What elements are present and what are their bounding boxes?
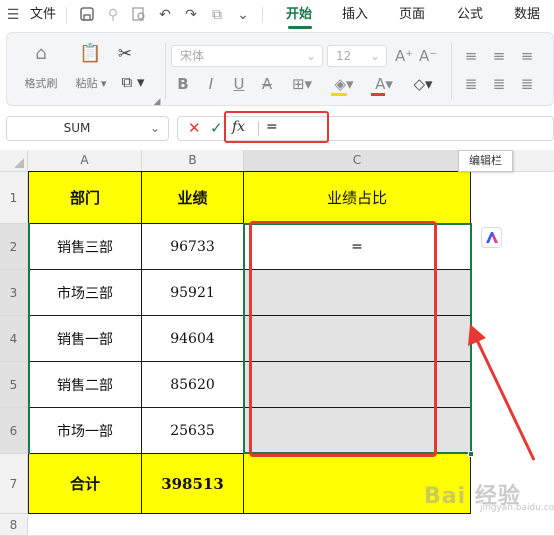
menu-bar: ☰ 文件 ⚲ ↶ ↷ ⧉ ⌄ 开始 插入 页面 公式 数据 — [0, 0, 554, 30]
hamburger-menu-icon[interactable]: ☰ — [4, 6, 22, 24]
ai-assistant-icon — [486, 232, 498, 243]
dialog-launcher-icon[interactable]: ◢ — [152, 93, 162, 111]
decrease-font-icon[interactable]: A⁻ — [419, 47, 437, 65]
confirm-icon[interactable]: ✓ — [210, 119, 223, 137]
print-preview-icon[interactable] — [130, 6, 148, 24]
cut-icon[interactable]: ✂ — [115, 45, 135, 63]
ribbon-divider — [165, 43, 166, 99]
total-value-cell[interactable]: 398513 — [142, 454, 244, 514]
fill-color-swatch — [331, 93, 347, 96]
tab-home[interactable]: 开始 — [286, 6, 312, 24]
active-tab-indicator — [288, 26, 312, 29]
row-header-2[interactable]: 2 — [0, 224, 28, 270]
menu-divider — [66, 7, 67, 23]
header-cell-performance[interactable]: 业绩 — [142, 172, 244, 224]
format-icon[interactable]: ⧉ — [208, 6, 226, 24]
row-header-1[interactable]: 1 — [0, 172, 28, 224]
align-middle-icon[interactable]: ≡ — [491, 47, 507, 65]
undo-icon[interactable]: ↶ — [156, 6, 174, 24]
tab-data[interactable]: 数据 — [514, 6, 540, 24]
row-header-5[interactable]: 5 — [0, 362, 28, 408]
column-header-b[interactable]: B — [142, 150, 244, 172]
range-highlight-left — [28, 223, 243, 454]
increase-font-icon[interactable]: A⁺ — [395, 47, 413, 65]
file-menu[interactable]: 文件 — [30, 6, 56, 24]
ai-assistant-button[interactable] — [481, 227, 502, 248]
italic-icon[interactable]: I — [203, 75, 219, 93]
share-icon[interactable]: ⚲ — [104, 6, 122, 24]
name-box[interactable]: SUM ⌄ — [6, 116, 169, 141]
total-label-cell[interactable]: 合计 — [29, 454, 142, 514]
bold-icon[interactable]: B — [175, 75, 191, 93]
underline-icon[interactable]: U — [231, 75, 247, 93]
watermark-sub: jingyan.baidu.com — [480, 503, 554, 513]
row-header-7[interactable]: 7 — [0, 454, 28, 514]
annotation-arrow — [468, 324, 536, 461]
format-painter-button[interactable]: 格式刷 — [21, 75, 61, 91]
header-cell-performance-ratio[interactable]: 业绩占比 — [244, 172, 471, 224]
font-name-select[interactable]: 宋体 ⌄ — [171, 45, 323, 67]
ribbon-divider — [451, 43, 452, 99]
font-color-icon[interactable]: A▾ — [369, 75, 399, 93]
name-box-value: SUM — [63, 121, 91, 135]
formula-bar-tooltip: 编辑栏 — [458, 150, 513, 172]
column-header-a[interactable]: A — [28, 150, 142, 172]
chevron-down-icon: ⌄ — [305, 49, 316, 63]
column-header-c[interactable]: C — [244, 150, 471, 172]
menu-divider — [262, 7, 263, 23]
chevron-down-icon[interactable]: ⌄ — [234, 6, 252, 24]
align-top-icon[interactable]: ≡ — [463, 47, 479, 65]
select-all-corner[interactable] — [0, 150, 28, 172]
fill-color-icon[interactable]: ◈▾ — [329, 75, 359, 93]
paste-button[interactable]: 粘贴 ▾ — [69, 75, 113, 91]
chevron-down-icon[interactable]: ⌄ — [150, 117, 160, 140]
align-bottom-icon[interactable]: ≡ — [519, 47, 535, 65]
strikethrough-icon[interactable]: A — [259, 75, 275, 93]
cancel-icon[interactable]: ✕ — [188, 119, 201, 137]
row-header-6[interactable]: 6 — [0, 408, 28, 454]
tab-insert[interactable]: 插入 — [342, 6, 368, 24]
paste-icon[interactable]: 📋 — [79, 45, 101, 63]
chevron-down-icon: ⌄ — [369, 49, 380, 63]
font-size-select[interactable]: 12 ⌄ — [327, 45, 387, 67]
annotation-box — [224, 111, 329, 143]
tab-formula[interactable]: 公式 — [457, 6, 483, 24]
format-painter-icon[interactable]: ⌂ — [31, 45, 51, 63]
ribbon: ⌂ 格式刷 📋 粘贴 ▾ ✂ ⧉ ▾ ◢ 宋体 ⌄ 12 ⌄ A⁺ A⁻ B I… — [6, 32, 554, 107]
copy-icon[interactable]: ⧉ ▾ — [115, 73, 151, 91]
row-header-8[interactable]: 8 — [0, 514, 28, 536]
align-right-icon[interactable]: ≣ — [519, 75, 535, 93]
annotation-box — [249, 221, 437, 457]
save-icon[interactable] — [78, 6, 96, 24]
border-icon[interactable]: ⊞▾ — [287, 75, 317, 93]
header-cell-department[interactable]: 部门 — [29, 172, 142, 224]
font-color-swatch — [371, 93, 385, 96]
align-center-icon[interactable]: ≣ — [491, 75, 507, 93]
clear-icon[interactable]: ◇▾ — [407, 75, 439, 93]
tab-page[interactable]: 页面 — [399, 6, 425, 24]
row-header-4[interactable]: 4 — [0, 316, 28, 362]
row-header-3[interactable]: 3 — [0, 270, 28, 316]
align-left-icon[interactable]: ≣ — [463, 75, 479, 93]
redo-icon[interactable]: ↷ — [182, 6, 200, 24]
